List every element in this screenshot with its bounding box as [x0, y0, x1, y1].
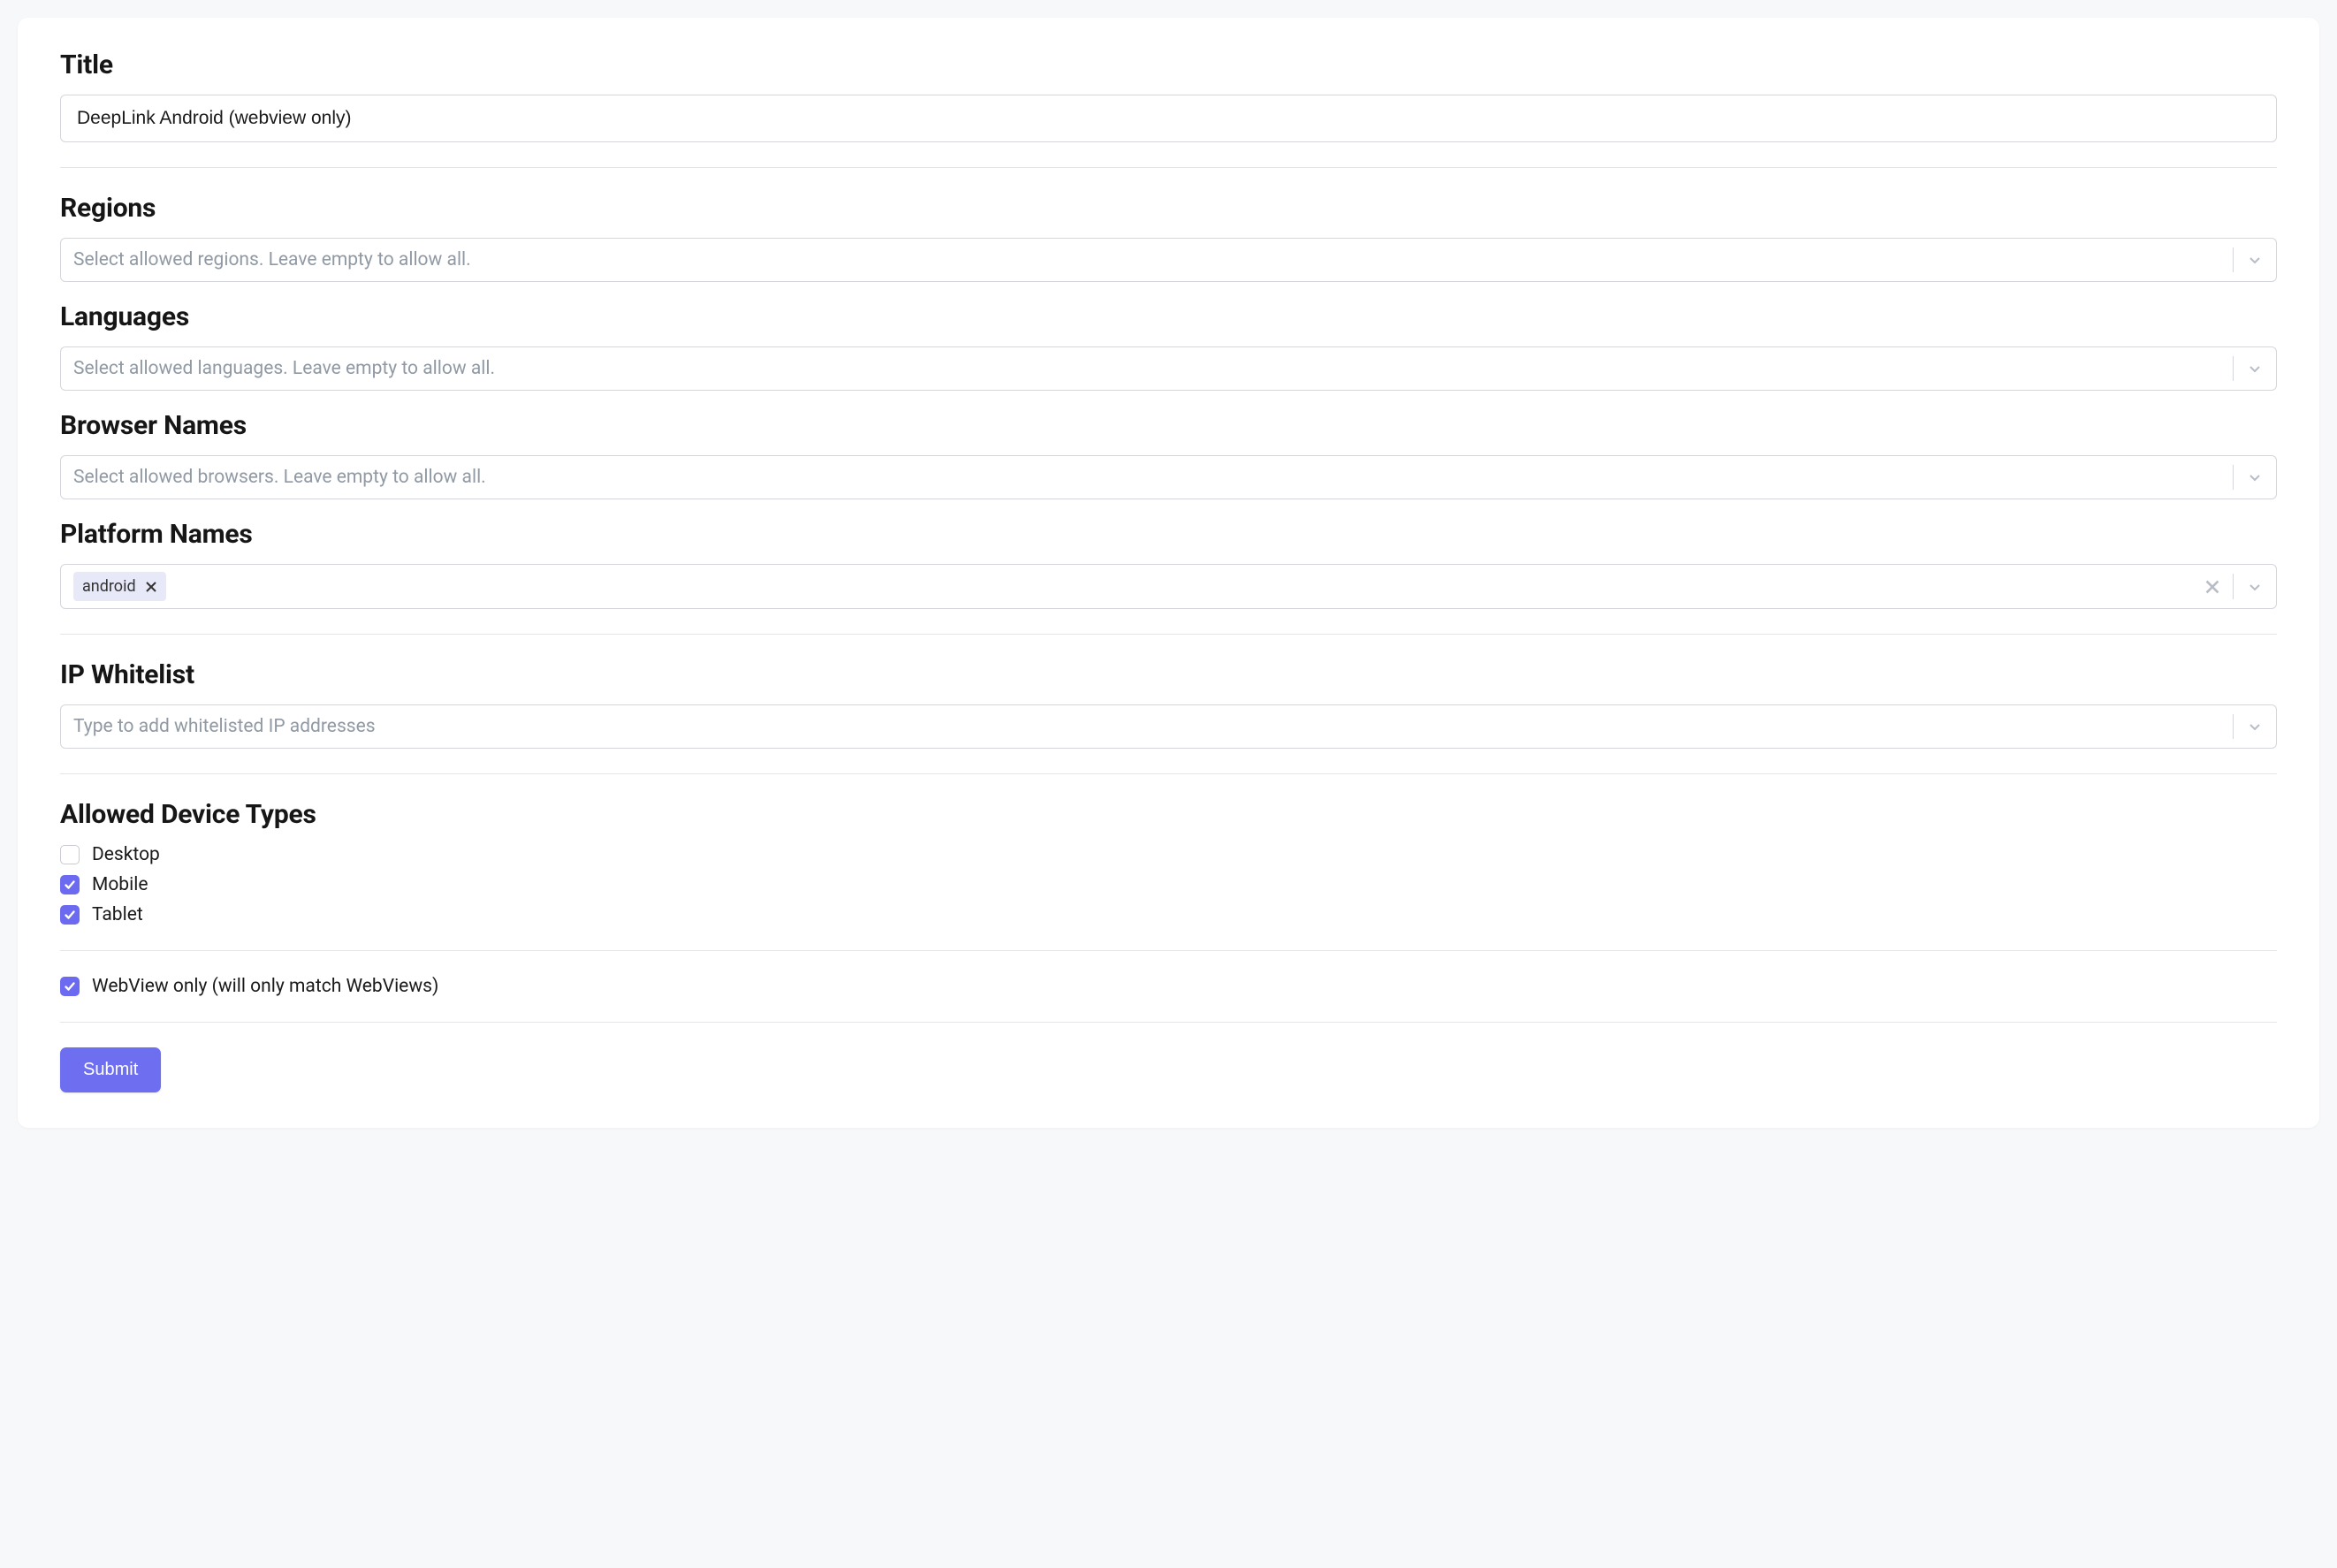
platforms-select[interactable]: android [60, 564, 2277, 609]
indicator-separator [2233, 247, 2234, 272]
divider [60, 950, 2277, 951]
checkbox-webview-only[interactable] [60, 977, 80, 996]
indicator-separator [2233, 465, 2234, 490]
checkbox-desktop[interactable] [60, 845, 80, 864]
languages-placeholder: Select allowed languages. Leave empty to… [73, 358, 495, 379]
device-types-list: Desktop Mobile Tablet [60, 844, 2277, 925]
chevron-down-icon [2246, 251, 2264, 269]
device-type-desktop: Desktop [60, 844, 2277, 865]
chevron-down-icon [2246, 718, 2264, 735]
clear-all-icon[interactable] [2204, 579, 2220, 595]
chevron-down-icon [2246, 578, 2264, 596]
title-input[interactable] [60, 95, 2277, 142]
chevron-down-icon [2246, 360, 2264, 377]
regions-select[interactable]: Select allowed regions. Leave empty to a… [60, 238, 2277, 282]
chevron-down-icon [2246, 468, 2264, 486]
divider [60, 1022, 2277, 1023]
checkbox-label: WebView only (will only match WebViews) [92, 976, 438, 997]
regions-label: Regions [60, 193, 2277, 224]
checkbox-label: Tablet [92, 904, 143, 925]
title-label: Title [60, 49, 2277, 80]
form-card: Title Regions Select allowed regions. Le… [18, 18, 2319, 1128]
divider [60, 634, 2277, 635]
platforms-label: Platform Names [60, 519, 2277, 550]
webview-only-row: WebView only (will only match WebViews) [60, 976, 2277, 997]
divider [60, 167, 2277, 168]
platform-tag: android [73, 572, 166, 601]
device-types-label: Allowed Device Types [60, 799, 2277, 830]
languages-label: Languages [60, 301, 2277, 332]
device-type-mobile: Mobile [60, 874, 2277, 895]
ip-whitelist-select[interactable]: Type to add whitelisted IP addresses [60, 704, 2277, 749]
browsers-placeholder: Select allowed browsers. Leave empty to … [73, 467, 486, 488]
remove-tag-icon[interactable] [145, 581, 157, 593]
submit-button[interactable]: Submit [60, 1047, 161, 1092]
browsers-select[interactable]: Select allowed browsers. Leave empty to … [60, 455, 2277, 499]
indicator-separator [2233, 574, 2234, 599]
divider [60, 773, 2277, 774]
checkbox-tablet[interactable] [60, 905, 80, 925]
platform-tag-label: android [82, 577, 136, 596]
languages-select[interactable]: Select allowed languages. Leave empty to… [60, 346, 2277, 391]
checkbox-mobile[interactable] [60, 875, 80, 894]
checkbox-label: Desktop [92, 844, 160, 865]
indicator-separator [2233, 356, 2234, 381]
device-type-tablet: Tablet [60, 904, 2277, 925]
ip-whitelist-placeholder: Type to add whitelisted IP addresses [73, 716, 376, 737]
browsers-label: Browser Names [60, 410, 2277, 441]
regions-placeholder: Select allowed regions. Leave empty to a… [73, 249, 471, 270]
ip-whitelist-label: IP Whitelist [60, 659, 2277, 690]
indicator-separator [2233, 714, 2234, 739]
checkbox-label: Mobile [92, 874, 148, 895]
